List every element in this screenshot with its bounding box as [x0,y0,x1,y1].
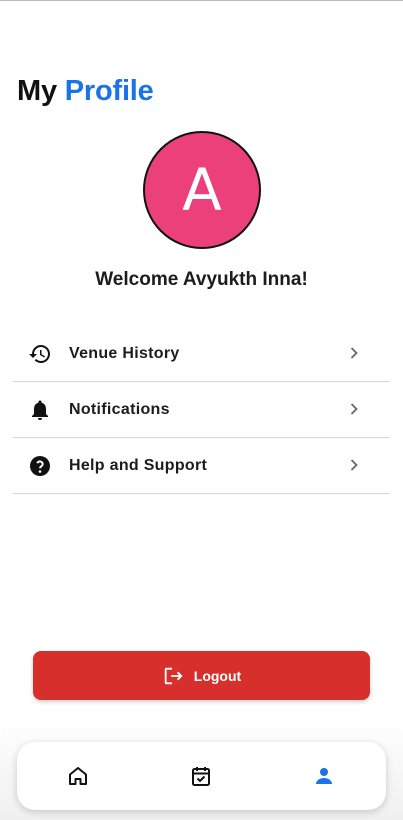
menu-item-label: Help and Support [69,456,208,474]
menu-item-notifications[interactable]: Notifications [13,382,390,438]
chevron-right-icon [350,403,358,415]
avatar-initial: A [182,156,222,224]
welcome-text: Welcome Avyukth Inna! [95,269,308,290]
logout-label: Logout [193,667,242,684]
menu-item-help-support[interactable]: Help and Support [13,438,390,494]
chevron-right-icon [350,459,358,471]
calendar-check-icon [192,767,210,786]
person-icon [316,768,332,784]
bell-icon [28,398,52,422]
menu-item-label: Venue History [69,344,180,362]
nav-home[interactable] [66,764,90,788]
nav-bookings[interactable] [189,764,213,788]
page-title-profile: Profile [64,75,154,107]
bottom-nav [17,742,386,810]
nav-profile[interactable] [312,764,336,788]
logout-button[interactable]: Logout [33,651,370,700]
logout-icon [164,667,183,684]
top-border [0,0,403,1]
profile-screen: My Profile A Welcome Avyukth Inna! Venue… [0,0,403,820]
profile-menu: Venue History Notifications Help and Sup… [13,326,390,494]
avatar[interactable]: A [143,131,261,249]
chevron-right-icon [350,347,358,359]
menu-item-venue-history[interactable]: Venue History [13,326,390,382]
page-title: My Profile [17,72,154,110]
help-icon [28,454,52,478]
home-icon [69,767,87,785]
menu-item-label: Notifications [69,400,170,418]
page-title-my: My [17,75,57,107]
history-icon [28,342,52,366]
